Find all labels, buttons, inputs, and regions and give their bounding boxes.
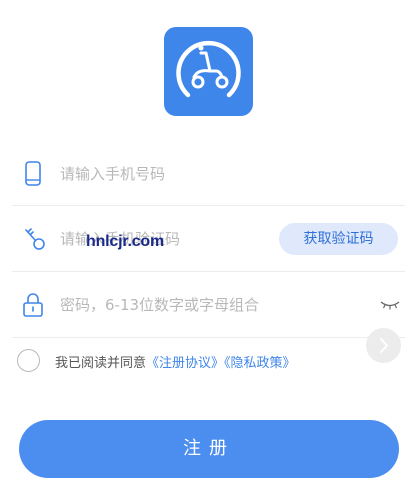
app-logo xyxy=(164,27,253,116)
agree-checkbox[interactable] xyxy=(17,349,40,372)
scooter-icon xyxy=(176,40,241,98)
get-code-button[interactable]: 获取验证码 xyxy=(279,223,398,255)
register-button[interactable]: 注册 xyxy=(19,420,399,478)
phone-input[interactable] xyxy=(60,159,380,189)
password-row xyxy=(12,272,405,338)
chevron-right-icon xyxy=(380,338,388,353)
password-input[interactable] xyxy=(60,290,360,320)
divider xyxy=(12,337,405,338)
watermark-text: hnlcjr.com xyxy=(86,233,165,250)
key-icon xyxy=(22,226,45,252)
agreement-prefix: 我已阅读并同意 xyxy=(55,356,147,371)
lock-icon xyxy=(22,292,44,318)
phone-row xyxy=(12,141,405,207)
eye-closed-icon[interactable] xyxy=(380,296,400,310)
agreement-text: 我已阅读并同意《注册协议》《隐私政策》 xyxy=(55,352,296,371)
privacy-link[interactable]: 《隐私政策》 xyxy=(224,356,296,371)
code-row: 获取验证码 xyxy=(12,206,405,272)
terms-link[interactable]: 《注册协议》 xyxy=(146,356,224,371)
next-floating-button[interactable] xyxy=(366,328,401,363)
phone-icon xyxy=(22,161,44,187)
